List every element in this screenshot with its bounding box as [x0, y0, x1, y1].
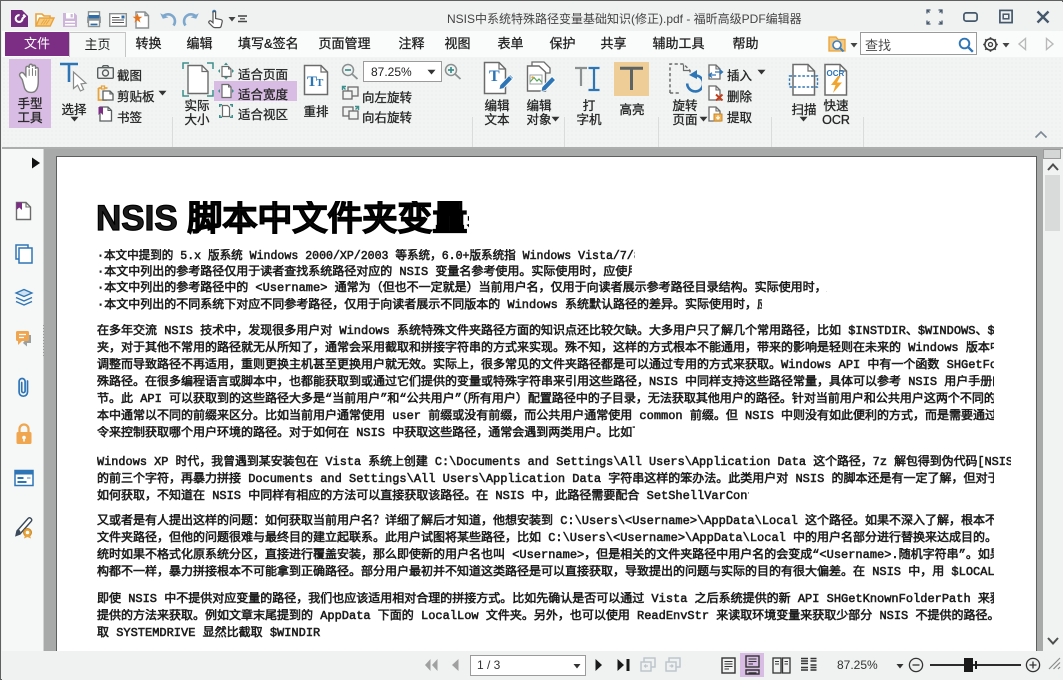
svg-text:OCR: OCR — [827, 69, 845, 78]
svg-text:T: T — [316, 77, 324, 89]
svg-text:T: T — [489, 68, 500, 85]
